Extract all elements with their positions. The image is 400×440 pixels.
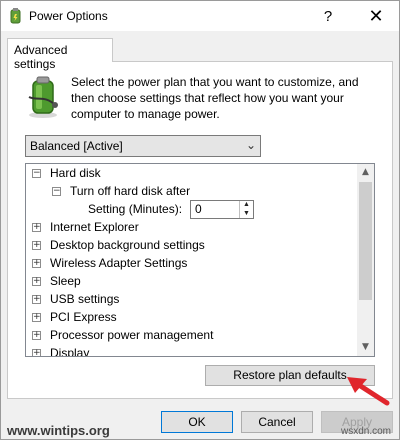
spinner-buttons: ▲ ▼ <box>239 201 253 218</box>
power-plan-dropdown[interactable]: Balanced [Active] ⌄ <box>25 135 261 157</box>
red-arrow-icon <box>347 377 390 406</box>
collapse-icon[interactable]: − <box>32 169 41 178</box>
tree-item-label: Sleep <box>50 274 81 288</box>
expand-icon[interactable]: + <box>32 259 41 268</box>
watermark-wsxdn: wsxdn.com <box>340 426 391 437</box>
minutes-value[interactable]: 0 <box>195 202 202 216</box>
tab-label: Advanced settings <box>14 43 68 71</box>
watermark-wintips: www.wintips.org <box>7 423 110 438</box>
ok-button[interactable]: OK <box>161 411 233 433</box>
scroll-down-icon[interactable]: ▼ <box>357 339 374 356</box>
tree-item-label: Display <box>50 346 90 357</box>
setting-minutes-label: Setting (Minutes): <box>88 202 183 216</box>
tree-scrollbar[interactable]: ▲ ▼ <box>357 164 374 356</box>
tree-item-label: Processor power management <box>50 328 214 342</box>
power-plan-value: Balanced [Active] <box>30 139 123 153</box>
window-title: Power Options <box>29 9 108 23</box>
power-options-icon <box>10 8 21 24</box>
expand-icon[interactable]: + <box>32 241 41 250</box>
power-options-window: Power Options ? ✕ Advanced settings Sele… <box>0 0 400 440</box>
tab-advanced-settings[interactable]: Advanced settings <box>7 38 113 71</box>
cancel-button[interactable]: Cancel <box>241 411 313 433</box>
scroll-up-icon[interactable]: ▲ <box>357 164 374 181</box>
tree-item-label: USB settings <box>50 292 120 306</box>
spin-down-icon[interactable]: ▼ <box>240 210 253 218</box>
settings-tree: − Hard disk − Turn off hard disk after S… <box>25 163 375 357</box>
tree-item-label: Wireless Adapter Settings <box>50 256 188 270</box>
minutes-spinner[interactable]: 0 ▲ ▼ <box>190 200 254 219</box>
chevron-down-icon: ⌄ <box>245 138 256 152</box>
expand-icon[interactable]: + <box>32 349 41 356</box>
tree-item-label: Internet Explorer <box>50 220 139 234</box>
plan-description: Select the power plan that you want to c… <box>71 75 359 121</box>
collapse-icon[interactable]: − <box>52 187 61 196</box>
help-button[interactable]: ? <box>305 1 351 31</box>
expand-icon[interactable]: + <box>32 331 41 340</box>
expand-icon[interactable]: + <box>32 223 41 232</box>
close-button[interactable]: ✕ <box>353 1 399 31</box>
title-bar: Power Options ? ✕ <box>1 1 399 31</box>
tree-item-label: PCI Express <box>50 310 117 324</box>
tree-item-label: Turn off hard disk after <box>70 184 191 198</box>
expand-icon[interactable]: + <box>32 295 41 304</box>
spin-up-icon[interactable]: ▲ <box>240 201 253 209</box>
tree-item-label: Desktop background settings <box>50 238 205 252</box>
battery-plan-icon <box>28 76 58 118</box>
expand-icon[interactable]: + <box>32 277 41 286</box>
expand-icon[interactable]: + <box>32 313 41 322</box>
scroll-thumb[interactable] <box>359 182 372 300</box>
tree-item-label: Hard disk <box>50 166 101 180</box>
